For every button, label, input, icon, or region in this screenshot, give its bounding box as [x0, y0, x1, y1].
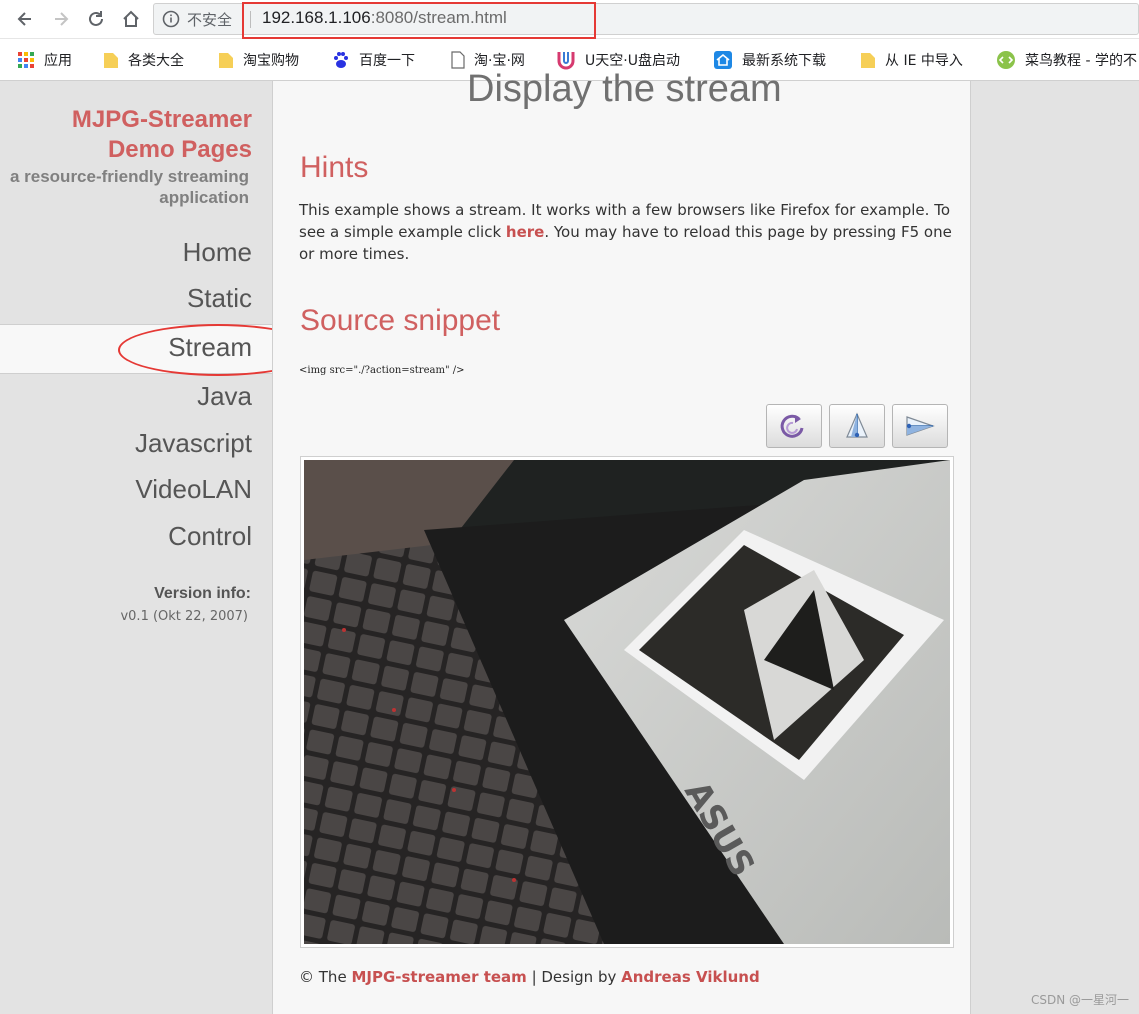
- page-heading: Display the stream: [467, 68, 782, 110]
- flip-horizontal-button[interactable]: [892, 404, 948, 448]
- flip-vertical-button[interactable]: [829, 404, 885, 448]
- site-subtitle-line1: a resource-friendly streaming: [9, 167, 249, 186]
- snippet-heading: Source snippet: [300, 304, 501, 337]
- reload-button[interactable]: [81, 4, 111, 34]
- forward-arrow-icon: [55, 12, 69, 26]
- folder-icon: [860, 51, 876, 69]
- hints-heading: Hints: [300, 151, 369, 184]
- footer-prefix: © The: [299, 968, 352, 986]
- bookmark-label: 菜鸟教程 - 学的不: [1025, 53, 1137, 69]
- url-text[interactable]: 192.168.1.106:8080/stream.html: [262, 8, 507, 28]
- bookmark-label: 应用: [44, 53, 72, 69]
- home-button[interactable]: [116, 4, 146, 34]
- flip-horizontal-icon: [906, 416, 935, 436]
- snippet-code: <img src="./?action=stream" />: [299, 365, 465, 376]
- site-subtitle-line2: application: [159, 188, 249, 207]
- bookmark-baidu[interactable]: 百度一下: [332, 49, 415, 71]
- version-title: Version info:: [154, 585, 251, 602]
- menu-item-static[interactable]: Static: [187, 283, 252, 314]
- folder-icon: [218, 51, 234, 69]
- info-icon[interactable]: [162, 10, 180, 32]
- browser-toolbar: 不安全 192.168.1.106:8080/stream.html: [0, 0, 1139, 39]
- reload-icon: [89, 11, 103, 26]
- page-footer: © The MJPG-streamer team | Design by And…: [299, 968, 760, 986]
- watermark: CSDN @一星河一: [1030, 993, 1129, 1007]
- bookmark-folder-2[interactable]: 淘宝购物: [218, 49, 299, 71]
- forward-button[interactable]: [46, 4, 76, 34]
- rotate-icon: [780, 414, 804, 438]
- right-gutter: [971, 81, 1139, 1014]
- bookmark-label: 从 IE 中导入: [885, 53, 963, 69]
- footer-designer-link[interactable]: Andreas Viklund: [621, 968, 760, 986]
- menu-item-home[interactable]: Home: [183, 237, 252, 268]
- main-content: Display the stream Hints This example sh…: [272, 68, 971, 1014]
- baidu-paw-icon: [332, 51, 350, 69]
- bookmark-label: 各类大全: [128, 53, 184, 69]
- bookmark-runoob[interactable]: 菜鸟教程 - 学的不: [996, 49, 1137, 71]
- menu-item-javascript[interactable]: Javascript: [135, 428, 252, 459]
- insecure-label[interactable]: 不安全: [187, 9, 232, 30]
- bookmark-label: 百度一下: [359, 53, 415, 69]
- rotate-button[interactable]: [766, 404, 822, 448]
- house-icon: [713, 50, 733, 70]
- site-subtitle: a resource-friendly streaming applicatio…: [0, 166, 249, 208]
- bookmark-ie-import[interactable]: 从 IE 中导入: [860, 49, 963, 71]
- bookmark-label: U天空·U盘启动: [585, 53, 680, 69]
- url-path: :8080/stream.html: [370, 8, 507, 27]
- flip-vertical-icon: [846, 412, 868, 438]
- apps-grid-icon: [17, 51, 35, 69]
- sidebar: MJPG-Streamer Demo Pages a resource-frie…: [0, 81, 318, 1014]
- back-button[interactable]: [10, 4, 40, 34]
- footer-team-link[interactable]: MJPG-streamer team: [351, 968, 526, 986]
- here-link[interactable]: here: [506, 223, 544, 241]
- bookmark-folder-1[interactable]: 各类大全: [103, 49, 184, 71]
- bookmark-label: 最新系统下载: [742, 53, 826, 69]
- home-icon: [123, 10, 139, 27]
- url-host: 192.168.1.106: [262, 8, 371, 27]
- back-arrow-icon: [17, 12, 31, 26]
- bookmark-label: 淘·宝·网: [474, 53, 525, 69]
- runoob-icon: [996, 50, 1016, 70]
- menu-item-control[interactable]: Control: [168, 521, 252, 552]
- stream-image-frame: ASUS: [300, 456, 954, 948]
- menu-item-java[interactable]: Java: [197, 381, 252, 412]
- hints-paragraph: This example shows a stream. It works wi…: [299, 199, 959, 265]
- bookmark-apps[interactable]: 应用: [17, 49, 72, 71]
- page-icon: [451, 51, 465, 69]
- version-value: v0.1 (Okt 22, 2007): [120, 609, 248, 624]
- site-title: MJPG-Streamer Demo Pages: [0, 105, 252, 165]
- menu-item-videolan[interactable]: VideoLAN: [135, 474, 252, 505]
- webcam-stream-image: ASUS: [304, 460, 950, 944]
- site-title-line2: Demo Pages: [107, 136, 252, 163]
- footer-mid: | Design by: [526, 968, 622, 986]
- u-logo-icon: [556, 50, 576, 70]
- webcam-stream-photo: ASUS: [304, 460, 950, 944]
- folder-icon: [103, 51, 119, 69]
- bookmark-label: 淘宝购物: [243, 53, 299, 69]
- site-title-line1: MJPG-Streamer: [71, 106, 252, 133]
